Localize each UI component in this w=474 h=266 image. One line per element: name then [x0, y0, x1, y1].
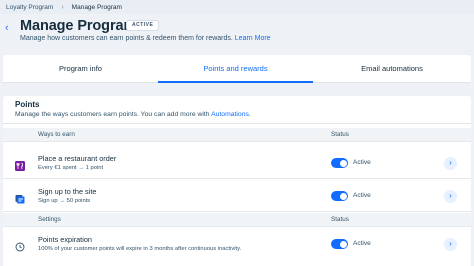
- table-row[interactable]: Points expiration 100% of your customer …: [3, 228, 471, 260]
- signup-icon: [15, 191, 25, 204]
- status-toggle[interactable]: [331, 158, 348, 168]
- chevron-right-icon[interactable]: ›: [444, 157, 457, 170]
- row-subtitle: 100% of your customer points will expire…: [38, 246, 242, 252]
- chevron-right-icon[interactable]: ›: [444, 238, 457, 251]
- clock-icon: [15, 239, 25, 252]
- status-header: Status: [331, 131, 349, 138]
- restaurant-icon: [15, 158, 25, 171]
- tab-bar: Program info Points and rewards Email au…: [3, 55, 471, 83]
- row-title: Points expiration: [38, 235, 92, 244]
- ways-table-header: Ways to earn Status: [3, 128, 471, 142]
- tab-program-info[interactable]: Program info: [3, 55, 158, 82]
- points-description-text: Manage the ways customers earn points. Y…: [15, 111, 210, 118]
- settings-table-header: Settings Status: [3, 213, 471, 227]
- tab-email-automations[interactable]: Email automations: [313, 55, 471, 82]
- row-subtitle: Every €1 spent → 1 point: [38, 165, 104, 171]
- status-toggle[interactable]: [331, 191, 348, 201]
- page-header: ‹ Manage Program ACTIVE Manage how custo…: [0, 14, 474, 48]
- breadcrumb-current: Manage Program: [71, 3, 122, 11]
- status-label: Active: [353, 159, 371, 166]
- chevron-left-icon[interactable]: ‹: [5, 22, 15, 34]
- points-card: Points Manage the ways customers earn po…: [3, 96, 471, 266]
- breadcrumb: Loyalty Program › Manage Program: [0, 0, 474, 14]
- status-label: Active: [353, 240, 371, 247]
- page-title: Manage Program: [20, 18, 137, 34]
- status-label: Active: [353, 192, 371, 199]
- ways-to-earn-header: Ways to earn: [38, 131, 75, 138]
- subtitle-text: Manage how customers can earn points & r…: [20, 35, 233, 42]
- learn-more-link[interactable]: Learn More: [235, 35, 271, 42]
- row-subtitle: Sign up → 50 points: [38, 198, 91, 204]
- row-title: Place a restaurant order: [38, 154, 117, 163]
- points-card-header: Points Manage the ways customers earn po…: [3, 96, 471, 124]
- table-row[interactable]: Place a restaurant order Every €1 spent …: [3, 147, 471, 179]
- chevron-right-icon[interactable]: ›: [444, 190, 457, 203]
- status-header: Status: [331, 216, 349, 223]
- page-subtitle: Manage how customers can earn points & r…: [20, 35, 271, 42]
- breadcrumb-separator: ›: [61, 3, 64, 11]
- points-description: Manage the ways customers earn points. Y…: [15, 111, 251, 118]
- settings-header: Settings: [38, 216, 61, 223]
- row-title: Sign up to the site: [38, 187, 97, 196]
- status-badge: ACTIVE: [126, 20, 160, 31]
- breadcrumb-loyalty-program[interactable]: Loyalty Program: [6, 4, 53, 11]
- status-toggle[interactable]: [331, 239, 348, 249]
- table-row[interactable]: Sign up to the site Sign up → 50 points …: [3, 180, 471, 212]
- points-title: Points: [15, 100, 40, 109]
- automations-link[interactable]: Automations: [211, 111, 249, 118]
- tab-points-and-rewards[interactable]: Points and rewards: [158, 55, 313, 83]
- points-description-period: .: [248, 111, 251, 118]
